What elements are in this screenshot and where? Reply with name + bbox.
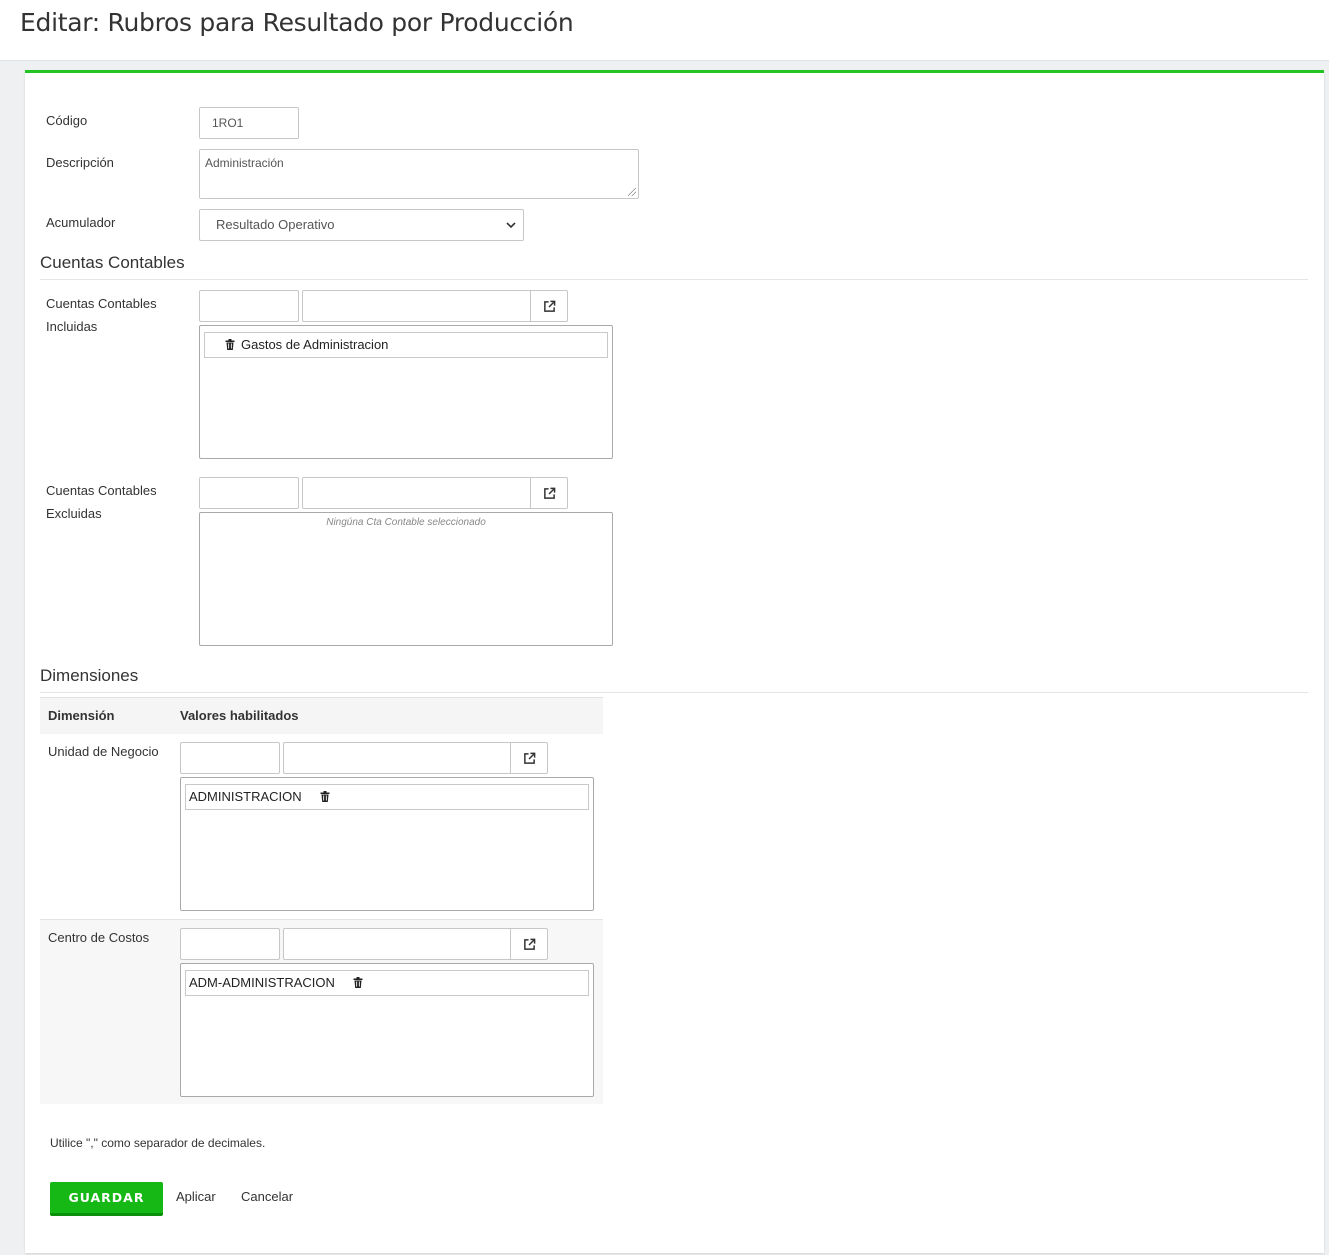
dimension-name: Centro de Costos	[48, 930, 150, 945]
excluidas-label: Cuentas Contables Excluidas	[46, 479, 157, 525]
trash-icon[interactable]	[320, 791, 332, 803]
incluidas-desc-input[interactable]	[302, 290, 530, 322]
apply-link[interactable]: Aplicar	[176, 1189, 216, 1204]
unidad-code-input[interactable]	[180, 742, 280, 774]
excluidas-lookup-button[interactable]	[530, 477, 568, 509]
dimension-name: Unidad de Negocio	[48, 744, 159, 759]
header-dimension: Dimensión	[48, 708, 115, 723]
table-header: Dimensión Valores habilitados	[40, 697, 603, 735]
list-item-label: Gastos de Administracion	[241, 337, 389, 352]
decimal-note: Utilice "," como separador de decimales.	[50, 1136, 266, 1150]
header-valores: Valores habilitados	[180, 708, 299, 723]
incluidas-listbox[interactable]: Gastos de Administracion	[199, 325, 613, 459]
codigo-input[interactable]: 1RO1	[199, 107, 299, 139]
centro-code-input[interactable]	[180, 928, 280, 960]
incluidas-lookup-button[interactable]	[530, 290, 568, 322]
empty-message: Ningúna Cta Contable seleccionado	[326, 517, 486, 528]
incluidas-code-input[interactable]	[199, 290, 299, 322]
list-item-label: ADM-ADMINISTRACION	[189, 975, 335, 990]
descripcion-label: Descripción	[46, 155, 114, 170]
trash-icon[interactable]	[225, 339, 237, 351]
chevron-down-icon	[506, 222, 516, 229]
excluidas-label-line2: Excluidas	[46, 506, 102, 521]
trash-icon[interactable]	[353, 977, 365, 989]
unidad-listbox[interactable]: ADMINISTRACION	[180, 777, 594, 911]
centro-desc-input[interactable]	[283, 928, 511, 960]
external-link-icon	[523, 938, 535, 950]
list-item[interactable]: Gastos de Administracion	[204, 332, 608, 358]
descripcion-value: Administración	[205, 156, 284, 170]
incluidas-label: Cuentas Contables Incluidas	[46, 292, 157, 338]
centro-lookup-button[interactable]	[510, 928, 548, 960]
external-link-icon	[543, 487, 555, 499]
list-item[interactable]: ADM-ADMINISTRACION	[185, 970, 589, 996]
codigo-label: Código	[46, 113, 88, 128]
unidad-desc-input[interactable]	[283, 742, 511, 774]
external-link-icon	[543, 300, 555, 312]
dimensiones-section-title: Dimensiones	[40, 666, 1308, 693]
save-button[interactable]: GUARDAR	[50, 1182, 163, 1216]
incluidas-label-line2: Incluidas	[46, 319, 98, 334]
excluidas-label-line1: Cuentas Contables	[46, 483, 157, 498]
descripcion-textarea[interactable]: Administración	[199, 149, 639, 199]
incluidas-label-line1: Cuentas Contables	[46, 296, 157, 311]
excluidas-code-input[interactable]	[199, 477, 299, 509]
acumulador-select[interactable]: Resultado Operativo	[199, 209, 524, 241]
page-title: Editar: Rubros para Resultado por Produc…	[20, 8, 574, 37]
table-row: Centro de Costos ADM-ADMINISTRACION	[40, 920, 603, 1104]
cancel-link[interactable]: Cancelar	[241, 1189, 293, 1204]
acumulador-selected: Resultado Operativo	[216, 217, 335, 232]
external-link-icon	[523, 752, 535, 764]
centro-listbox[interactable]: ADM-ADMINISTRACION	[180, 963, 594, 1097]
form-panel: Código 1RO1 Descripción Administración A…	[25, 70, 1324, 1253]
unidad-lookup-button[interactable]	[510, 742, 548, 774]
page-header: Editar: Rubros para Resultado por Produc…	[0, 0, 1329, 61]
resize-grip-icon[interactable]	[628, 188, 636, 196]
table-row: Unidad de Negocio ADMINISTRACION	[40, 734, 603, 920]
cuentas-section-title: Cuentas Contables	[40, 253, 1308, 280]
list-item[interactable]: ADMINISTRACION	[185, 784, 589, 810]
excluidas-listbox[interactable]: Ningúna Cta Contable seleccionado	[199, 512, 613, 646]
acumulador-label: Acumulador	[46, 215, 116, 230]
excluidas-desc-input[interactable]	[302, 477, 530, 509]
list-item-label: ADMINISTRACION	[189, 789, 302, 804]
